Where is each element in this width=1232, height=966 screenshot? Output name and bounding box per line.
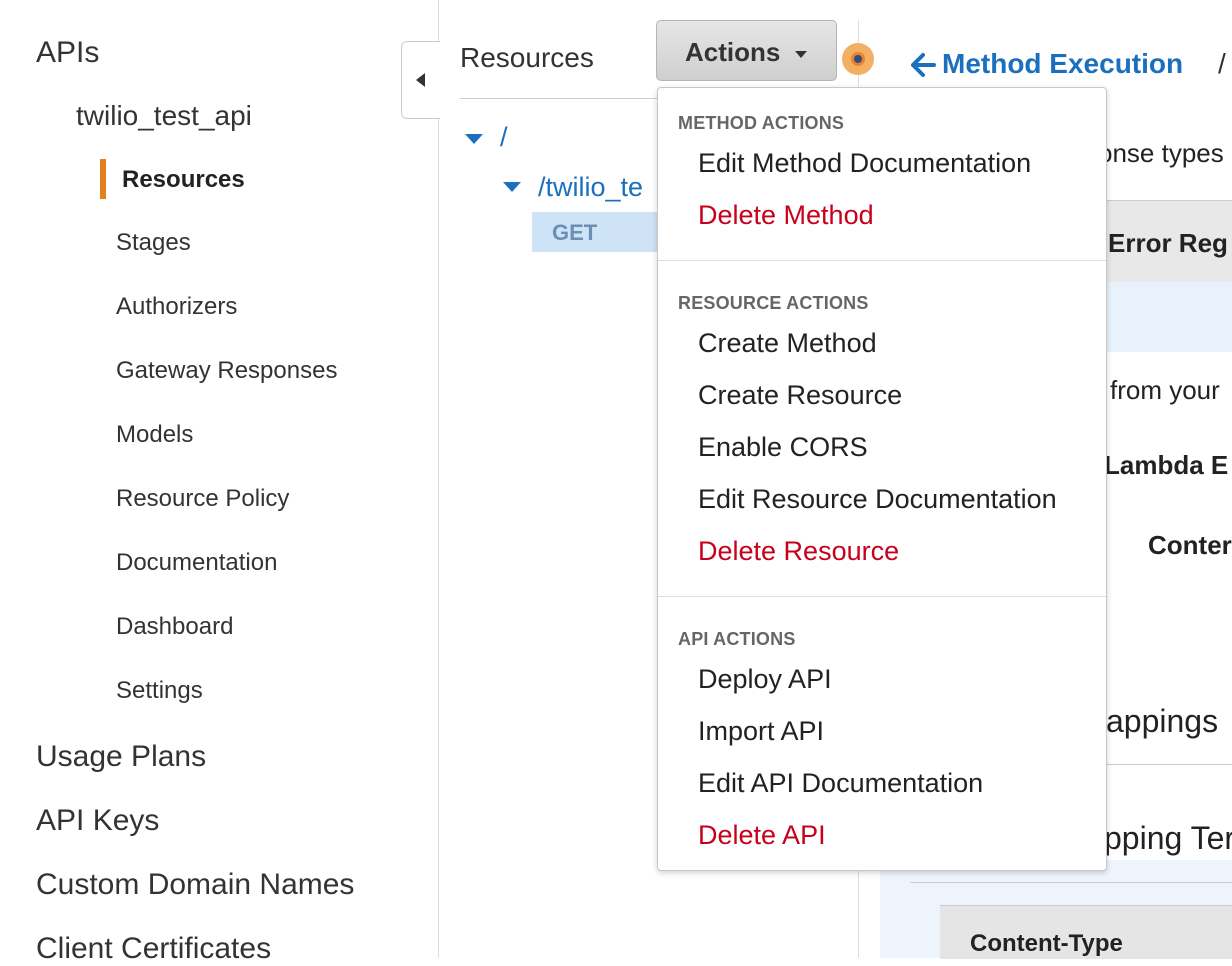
arrow-left-icon[interactable]	[910, 52, 936, 78]
active-indicator	[100, 159, 106, 199]
content-type-label: Content-Type	[970, 930, 1123, 957]
sidebar-item-authorizers[interactable]: Authorizers	[116, 293, 237, 321]
menu-separator	[658, 260, 1106, 261]
api-actions-heading: API ACTIONS	[678, 629, 796, 649]
sidebar-item-resource-policy[interactable]: Resource Policy	[116, 485, 289, 513]
mappings-heading: appings	[1106, 703, 1219, 739]
sidebar-client-certificates[interactable]: Client Certificates	[36, 932, 271, 966]
sidebar-apis[interactable]: APIs	[36, 36, 99, 70]
resource-actions-heading: RESOURCE ACTIONS	[678, 293, 869, 313]
menu-edit-api-documentation[interactable]: Edit API Documentation	[698, 768, 983, 799]
mapping-templates-heading: pping Ter	[1104, 820, 1232, 856]
sidebar-item-gateway-responses[interactable]: Gateway Responses	[116, 357, 337, 385]
caret-down-icon	[795, 51, 807, 58]
menu-edit-resource-documentation[interactable]: Edit Resource Documentation	[698, 484, 1057, 515]
hotspot-indicator-icon[interactable]	[842, 43, 874, 75]
menu-import-api[interactable]: Import API	[698, 716, 824, 747]
expand-root-icon[interactable]	[465, 134, 483, 144]
sidebar-usage-plans[interactable]: Usage Plans	[36, 740, 206, 774]
menu-delete-resource[interactable]: Delete Resource	[698, 536, 899, 567]
collapse-sidebar-button[interactable]	[401, 41, 440, 119]
breadcrumb-separator: /	[1218, 48, 1226, 79]
divider	[910, 882, 1232, 883]
divider	[1105, 764, 1232, 765]
lambda-label: Lambda E	[1104, 450, 1229, 480]
content-label: Conter	[1148, 530, 1232, 560]
method-actions-heading: METHOD ACTIONS	[678, 113, 845, 133]
tree-root[interactable]: /	[500, 122, 508, 153]
tree-method-get[interactable]: GET	[532, 212, 672, 252]
chevron-left-icon	[416, 73, 425, 87]
sidebar-api-name[interactable]: twilio_test_api	[76, 100, 252, 132]
tree-resource-twilio[interactable]: /twilio_te	[538, 172, 643, 203]
hotspot-indicator-core	[854, 55, 862, 63]
actions-button-label: Actions	[685, 37, 781, 67]
menu-delete-method[interactable]: Delete Method	[698, 200, 874, 231]
expand-child-icon[interactable]	[503, 182, 521, 192]
error-regex-label: Error Reg	[1108, 228, 1228, 258]
sidebar-api-keys[interactable]: API Keys	[36, 804, 159, 838]
method-execution-link[interactable]: Method Execution	[942, 48, 1183, 80]
sidebar-item-models[interactable]: Models	[116, 421, 193, 449]
menu-separator	[658, 596, 1106, 597]
error-regex-row[interactable]	[1105, 282, 1232, 352]
menu-create-resource[interactable]: Create Resource	[698, 380, 902, 411]
actions-button[interactable]: Actions	[656, 20, 837, 81]
menu-deploy-api[interactable]: Deploy API	[698, 664, 832, 695]
response-types-text: onse types	[1098, 138, 1224, 168]
sidebar-item-resources[interactable]: Resources	[122, 166, 245, 194]
menu-enable-cors[interactable]: Enable CORS	[698, 432, 868, 463]
sidebar-custom-domain-names[interactable]: Custom Domain Names	[36, 868, 354, 902]
sidebar-item-stages[interactable]: Stages	[116, 229, 191, 257]
menu-edit-method-documentation[interactable]: Edit Method Documentation	[698, 148, 1031, 179]
resources-title: Resources	[460, 42, 594, 73]
actions-dropdown-menu: METHOD ACTIONS Edit Method Documentation…	[657, 87, 1107, 871]
menu-create-method[interactable]: Create Method	[698, 328, 877, 359]
method-get-label: GET	[552, 220, 598, 245]
menu-delete-api[interactable]: Delete API	[698, 820, 826, 851]
sidebar-item-documentation[interactable]: Documentation	[116, 549, 277, 577]
sidebar: APIs twilio_test_api Resources Stages Au…	[0, 0, 439, 965]
from-your-text: from your	[1110, 375, 1220, 405]
sidebar-item-settings[interactable]: Settings	[116, 677, 203, 705]
sidebar-item-dashboard[interactable]: Dashboard	[116, 613, 233, 641]
